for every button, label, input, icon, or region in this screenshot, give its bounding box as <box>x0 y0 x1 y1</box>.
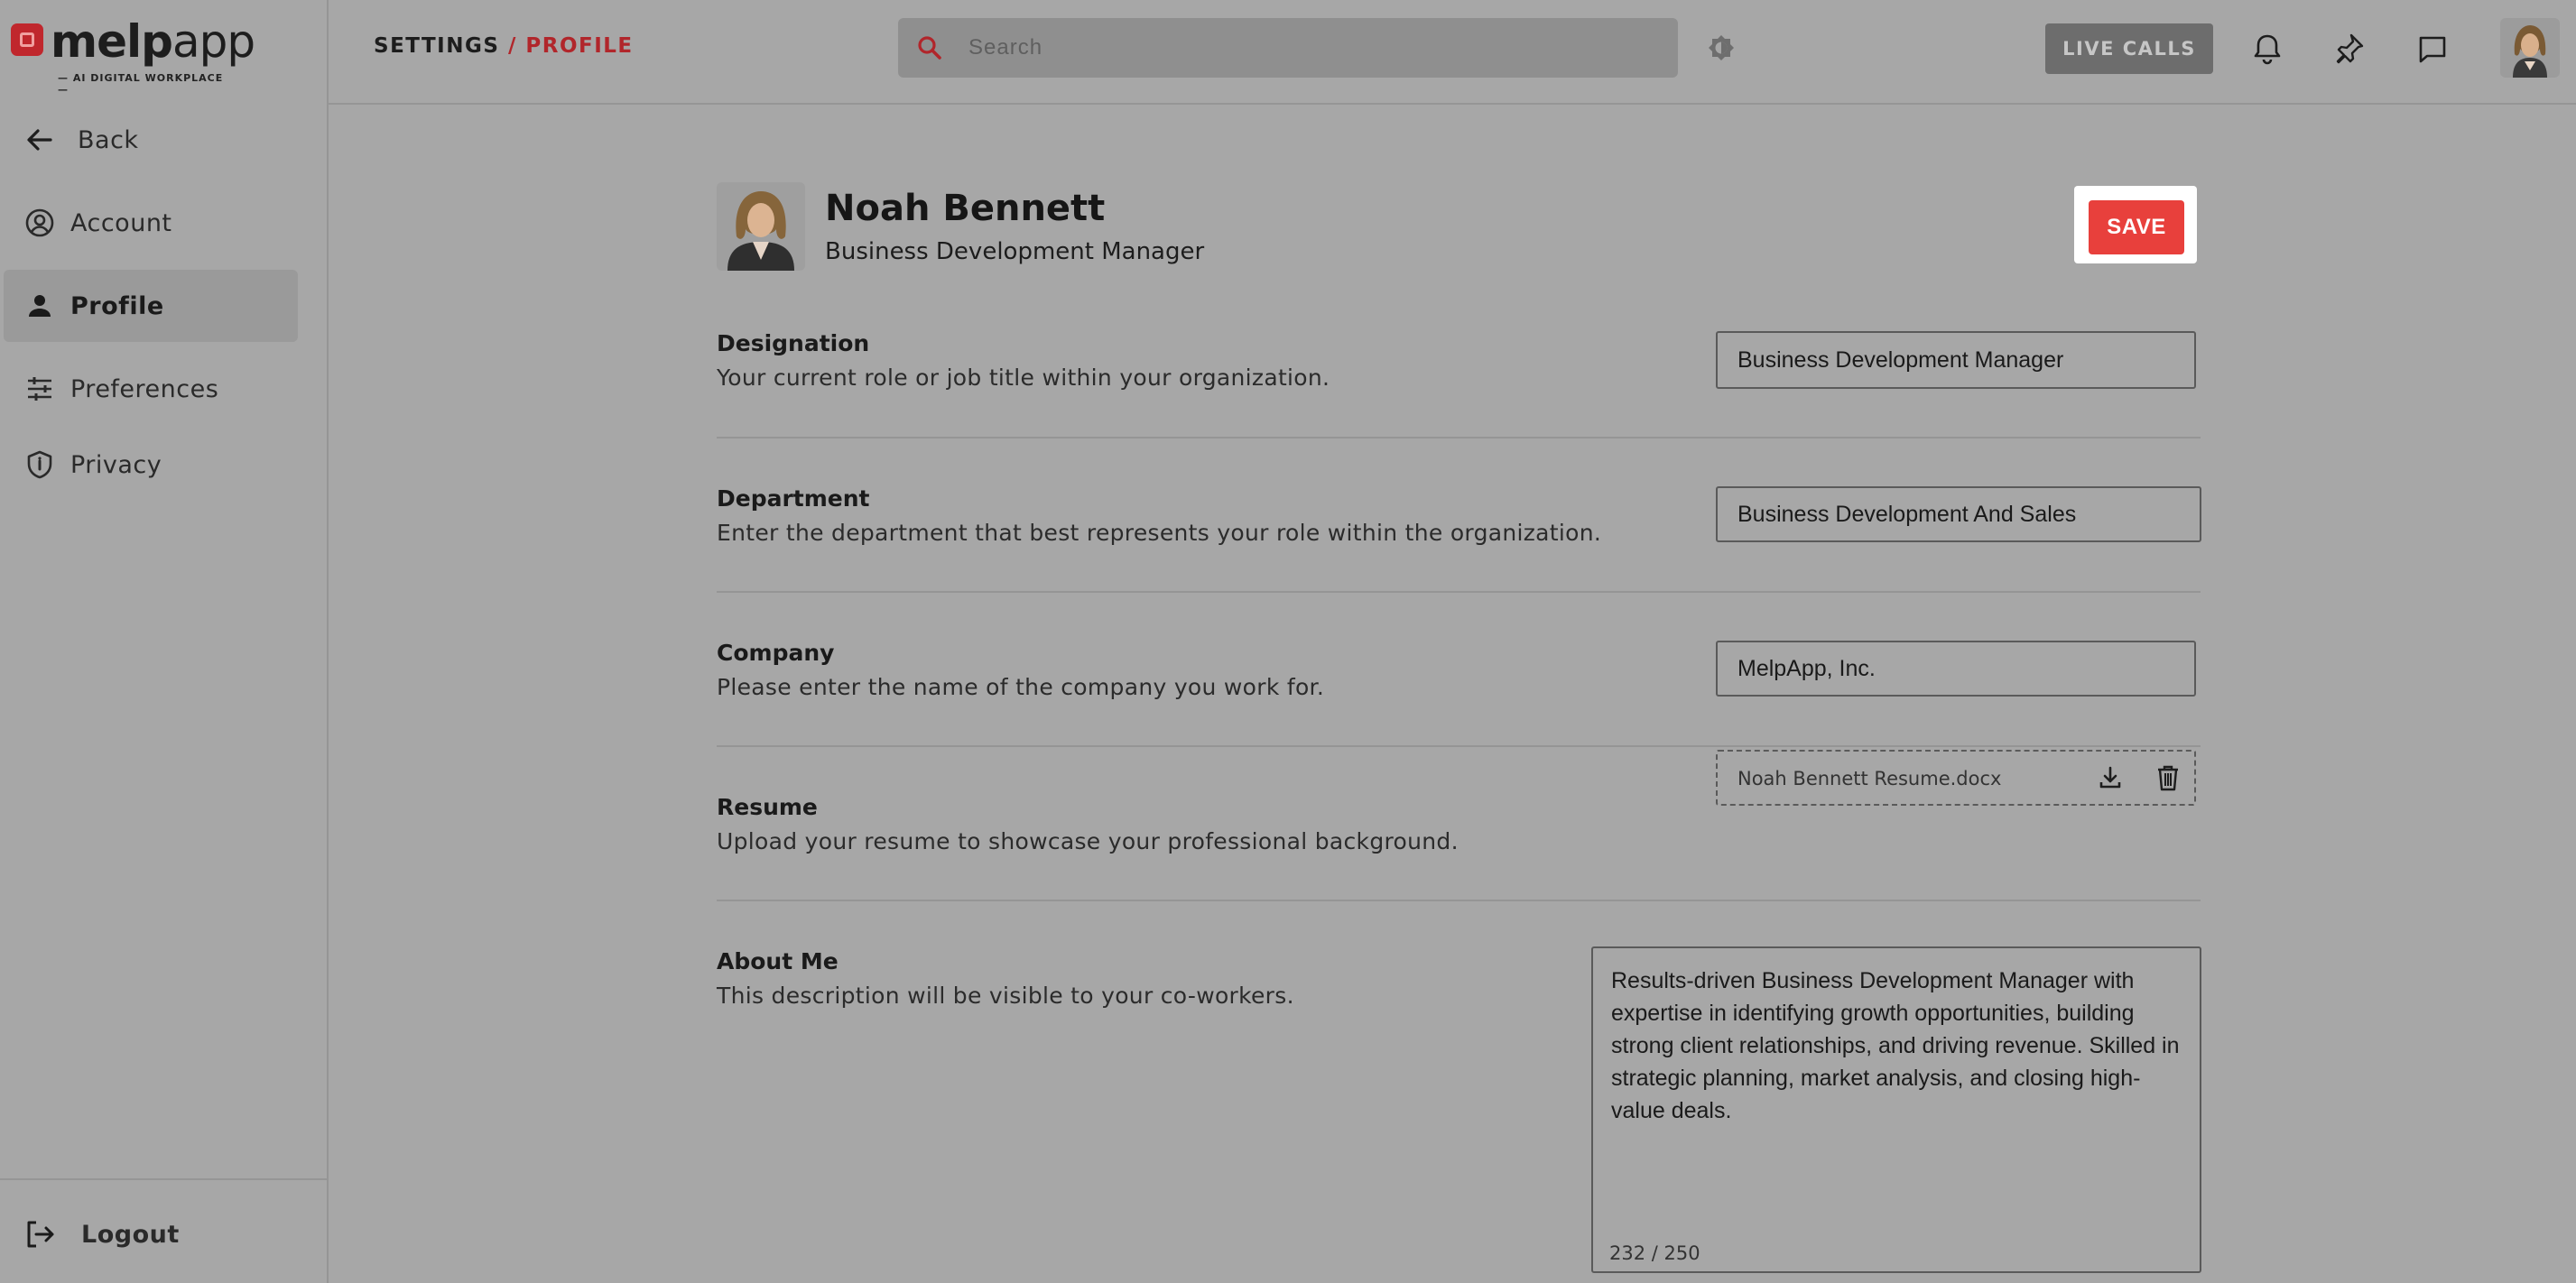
logo-mark-icon <box>11 23 43 56</box>
row-divider <box>717 745 2201 747</box>
sidebar-item-label: Preferences <box>70 374 219 403</box>
breadcrumb-settings[interactable]: SETTINGS <box>374 34 499 58</box>
breadcrumb-separator: / <box>507 34 517 58</box>
sidebar-item-preferences[interactable]: Preferences <box>4 353 298 425</box>
sidebar-item-label: Account <box>70 208 172 237</box>
profile-photo[interactable] <box>717 182 805 271</box>
about-description: This description will be visible to your… <box>717 983 1294 1009</box>
logo-wordmark: melpapp <box>51 15 255 68</box>
top-header: SETTINGS / PROFILE LIVE CALLS <box>329 0 2576 105</box>
character-counter: 232 / 250 <box>1609 1242 1700 1264</box>
app-window: melpapp — AI DIGITAL WORKPLACE — Back Ac… <box>0 0 2576 1283</box>
sidebar-divider <box>0 1178 329 1180</box>
row-divider <box>717 591 2201 593</box>
resume-upload-box[interactable]: Noah Bennett Resume.docx <box>1716 750 2196 806</box>
person-icon <box>29 295 51 317</box>
trash-icon[interactable] <box>2154 763 2182 792</box>
sliders-icon <box>28 377 51 401</box>
profile-settings-panel: Noah Bennett Business Development Manage… <box>329 106 2576 1283</box>
resume-label: Resume <box>717 794 818 820</box>
profile-job-title: Business Development Manager <box>825 238 1205 265</box>
designation-description: Your current role or job title within yo… <box>717 365 1330 391</box>
user-avatar[interactable] <box>2500 18 2560 78</box>
save-button-highlight: SAVE <box>2074 186 2197 263</box>
search-icon <box>918 36 941 60</box>
account-circle-icon <box>25 208 54 237</box>
profile-photo-image <box>717 182 805 271</box>
search-bar[interactable] <box>898 18 1678 78</box>
sidebar: melpapp — AI DIGITAL WORKPLACE — Back Ac… <box>0 0 329 1283</box>
designation-label: Designation <box>717 330 870 356</box>
save-button[interactable]: SAVE <box>2089 200 2184 254</box>
avatar-image <box>2500 18 2560 78</box>
download-icon[interactable] <box>2097 764 2124 791</box>
logo-tagline: — AI DIGITAL WORKPLACE — <box>58 72 224 96</box>
pin-icon[interactable] <box>2330 31 2367 67</box>
back-button[interactable]: Back <box>4 104 298 176</box>
row-divider <box>717 437 2201 438</box>
company-label: Company <box>717 640 835 666</box>
about-me-textarea[interactable]: Results-driven Business Development Mana… <box>1591 946 2201 1273</box>
company-description: Please enter the name of the company you… <box>717 674 1325 700</box>
breadcrumb-profile: PROFILE <box>525 34 634 58</box>
brand-logo[interactable]: melpapp — AI DIGITAL WORKPLACE — <box>11 16 255 96</box>
arrow-left-icon <box>27 129 52 151</box>
sidebar-item-account[interactable]: Account <box>4 187 298 259</box>
search-input[interactable] <box>968 18 1654 78</box>
sidebar-item-label: Profile <box>70 291 164 320</box>
theme-toggle-icon[interactable] <box>1706 32 1737 63</box>
back-label: Back <box>78 125 139 154</box>
department-field[interactable] <box>1716 486 2201 542</box>
profile-name: Noah Bennett <box>825 188 1106 229</box>
chat-icon[interactable] <box>2414 31 2450 67</box>
bell-icon[interactable] <box>2249 31 2285 67</box>
department-description: Enter the department that best represent… <box>717 520 1602 546</box>
shield-icon <box>27 450 52 479</box>
resume-description: Upload your resume to showcase your prof… <box>717 828 1459 854</box>
logout-label: Logout <box>81 1220 180 1249</box>
resume-file-name[interactable]: Noah Bennett Resume.docx <box>1737 768 2001 789</box>
breadcrumb: SETTINGS / PROFILE <box>374 34 634 58</box>
company-field[interactable] <box>1716 641 2196 697</box>
row-divider <box>717 900 2201 901</box>
about-me-text[interactable]: Results-driven Business Development Mana… <box>1611 965 2180 1127</box>
sidebar-item-privacy[interactable]: Privacy <box>4 429 298 501</box>
sidebar-item-profile[interactable]: Profile <box>4 270 298 342</box>
live-calls-button[interactable]: LIVE CALLS <box>2045 23 2213 74</box>
about-label: About Me <box>717 948 839 974</box>
department-label: Department <box>717 485 870 512</box>
logout-icon <box>27 1221 54 1248</box>
designation-field[interactable] <box>1716 331 2196 389</box>
logout-button[interactable]: Logout <box>4 1198 298 1270</box>
sidebar-item-label: Privacy <box>70 450 162 479</box>
